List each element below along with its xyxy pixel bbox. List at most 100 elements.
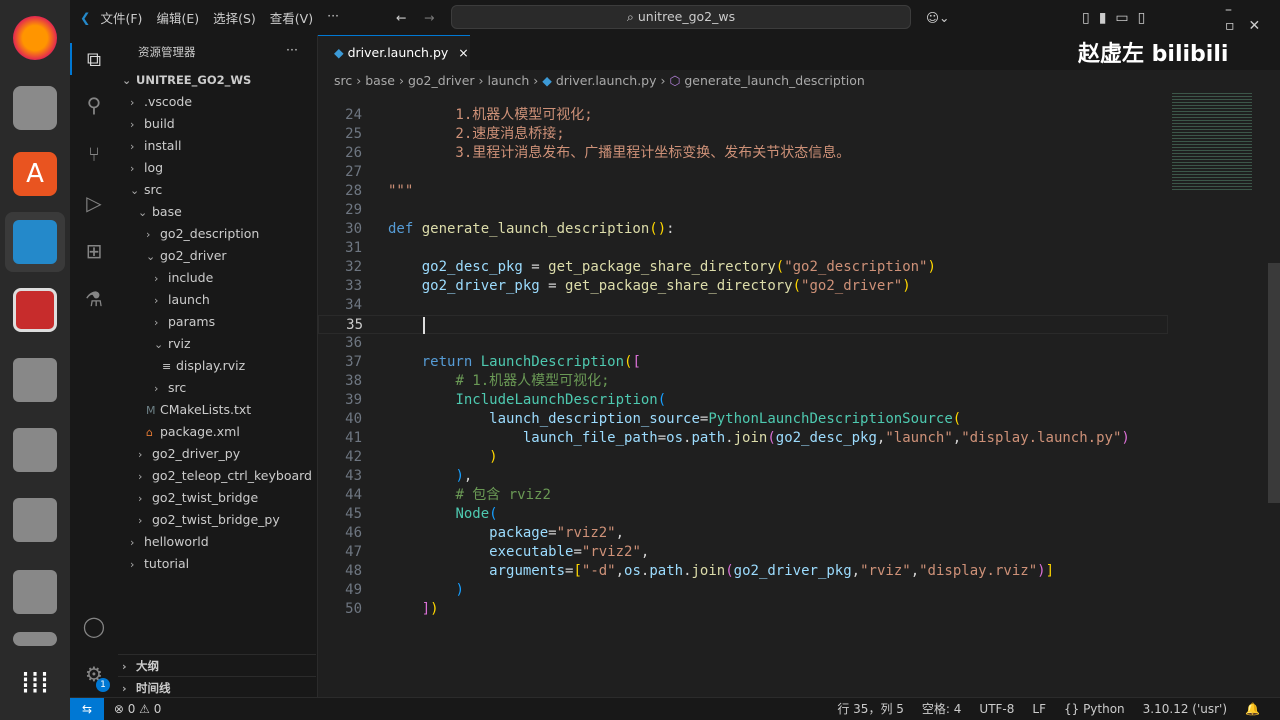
code-line[interactable]: 37 return LaunchDescription([ (318, 353, 1168, 372)
tree-item[interactable]: ⌂ package.xml (118, 421, 316, 443)
code-line[interactable]: 34 (318, 296, 1168, 315)
tree-item[interactable]: › install (118, 135, 316, 157)
testing-icon[interactable]: ⚗ (82, 287, 106, 311)
explorer-more-button[interactable]: ··· (286, 42, 298, 57)
vscode-dock-icon[interactable] (5, 212, 65, 272)
files-icon[interactable] (13, 86, 57, 130)
show-apps-icon[interactable]: ⁞⁞⁞ (13, 662, 57, 706)
code-line[interactable]: 36 (318, 334, 1168, 353)
code-line[interactable]: 47 executable="rviz2", (318, 543, 1168, 562)
code-line[interactable]: 44 # 包含 rviz2 (318, 486, 1168, 505)
app-center-icon[interactable]: A (13, 152, 57, 196)
timeline-section[interactable]: › 时间线 (118, 676, 316, 698)
code-line[interactable]: 41 launch_file_path=os.path.join(go2_des… (318, 429, 1168, 448)
code-line[interactable]: 27 (318, 163, 1168, 182)
tree-item[interactable]: › launch (118, 289, 316, 311)
code-line[interactable]: 50 ]) (318, 600, 1168, 619)
outline-section[interactable]: › 大纲 (118, 654, 316, 676)
tab-driver-launch-py[interactable]: ◆ driver.launch.py × (318, 35, 470, 70)
tree-item[interactable]: › go2_driver_py (118, 443, 316, 465)
copilot-icon[interactable]: ☺⌄ (926, 10, 950, 25)
command-center-search[interactable]: ⌕ unitree_go2_ws (451, 5, 911, 29)
menu-selection[interactable]: 选择(S) (213, 8, 256, 27)
tree-item[interactable]: › go2_twist_bridge_py (118, 509, 316, 531)
code-line[interactable]: 48 arguments=["-d",os.path.join(go2_driv… (318, 562, 1168, 581)
remote-icon[interactable]: ⇆ (70, 698, 104, 720)
ssd-icon[interactable] (13, 570, 57, 614)
terminal-icon[interactable] (13, 288, 57, 332)
disk-icon[interactable] (13, 632, 57, 646)
tree-item[interactable]: › helloworld (118, 531, 316, 553)
account-icon[interactable]: ◯ (82, 614, 106, 638)
code-line[interactable]: 32 go2_desc_pkg = get_package_share_dire… (318, 258, 1168, 277)
disk-icon[interactable] (13, 428, 57, 472)
line-ending[interactable]: LF (1032, 698, 1046, 720)
back-arrow-icon[interactable]: ← (396, 10, 406, 25)
language-mode[interactable]: {} Python (1064, 698, 1125, 720)
breadcrumb-launch[interactable]: launch (487, 73, 529, 88)
python-interpreter[interactable]: 3.10.12 ('usr') (1143, 698, 1227, 720)
forward-arrow-icon[interactable]: → (424, 10, 434, 25)
code-line[interactable]: 24 1.机器人模型可视化; (318, 106, 1168, 125)
tree-item[interactable]: M CMakeLists.txt (118, 399, 316, 421)
tree-item[interactable]: › go2_teleop_ctrl_keyboard (118, 465, 316, 487)
indentation[interactable]: 空格: 4 (922, 698, 962, 720)
extensions-icon[interactable]: ⊞ (82, 239, 106, 263)
disk-icon[interactable] (13, 358, 57, 402)
problems-indicator[interactable]: ⊗ 0 ⚠ 0 (114, 702, 162, 716)
breadcrumb-src[interactable]: src (334, 73, 352, 88)
code-line[interactable]: 29 (318, 201, 1168, 220)
breadcrumb-file[interactable]: driver.launch.py (556, 73, 657, 88)
window-controls[interactable]: –▫✕ (1225, 2, 1280, 34)
code-line[interactable]: 49 ) (318, 581, 1168, 600)
cursor-position[interactable]: 行 35，列 5 (837, 698, 904, 720)
code-line[interactable]: 38 # 1.机器人模型可视化; (318, 372, 1168, 391)
tree-item[interactable]: › .vscode (118, 91, 316, 113)
tree-item[interactable]: › include (118, 267, 316, 289)
code-line[interactable]: 25 2.速度消息桥接; (318, 125, 1168, 144)
tree-item[interactable]: › log (118, 157, 316, 179)
code-line[interactable]: 26 3.里程计消息发布、广播里程计坐标变换、发布关节状态信息。 (318, 144, 1168, 163)
code-line[interactable]: 33 go2_driver_pkg = get_package_share_di… (318, 277, 1168, 296)
code-line[interactable]: 42 ) (318, 448, 1168, 467)
tree-item[interactable]: › tutorial (118, 553, 316, 575)
menu-more[interactable]: ··· (327, 8, 339, 27)
tree-item[interactable]: ⌄ base (118, 201, 316, 223)
code-line[interactable]: 31 (318, 239, 1168, 258)
code-line[interactable]: 45 Node( (318, 505, 1168, 524)
menu-edit[interactable]: 编辑(E) (156, 8, 199, 27)
encoding[interactable]: UTF-8 (979, 698, 1014, 720)
menu-file[interactable]: 文件(F) (100, 8, 142, 27)
breadcrumb-base[interactable]: base (365, 73, 395, 88)
code-line[interactable]: 39 IncludeLaunchDescription( (318, 391, 1168, 410)
workspace-root[interactable]: ⌄ UNITREE_GO2_WS (118, 69, 316, 91)
code-line[interactable]: 40 launch_description_source=PythonLaunc… (318, 410, 1168, 429)
tree-item[interactable]: ⌄ rviz (118, 333, 316, 355)
search-icon[interactable]: ⚲ (82, 93, 106, 117)
menu-view[interactable]: 查看(V) (270, 8, 313, 27)
tree-item[interactable]: › go2_twist_bridge (118, 487, 316, 509)
layout-icons[interactable]: ▯▮▭▯ (1082, 10, 1154, 26)
run-debug-icon[interactable]: ▷ (82, 191, 106, 215)
tree-item[interactable]: ⌄ src (118, 179, 316, 201)
tree-item[interactable]: ≡ display.rviz (118, 355, 316, 377)
minimap[interactable] (1172, 91, 1252, 191)
breadcrumb-go2-driver[interactable]: go2_driver (408, 73, 475, 88)
disk-icon[interactable] (13, 498, 57, 542)
firefox-icon[interactable] (13, 16, 57, 60)
tree-item[interactable]: › go2_description (118, 223, 316, 245)
breadcrumb-symbol[interactable]: generate_launch_description (684, 73, 864, 88)
code-line[interactable]: 30 def generate_launch_description(): (318, 220, 1168, 239)
vertical-scrollbar[interactable] (1268, 263, 1280, 503)
tree-item[interactable]: › src (118, 377, 316, 399)
tree-item[interactable]: ⌄ go2_driver (118, 245, 316, 267)
code-line[interactable]: 43 ), (318, 467, 1168, 486)
code-line[interactable]: 46 package="rviz2", (318, 524, 1168, 543)
code-editor[interactable]: 24 1.机器人模型可视化; 25 2.速度消息桥接; 26 3.里程计消息发布、广… (318, 97, 1280, 697)
explorer-icon[interactable]: ⧉ (82, 47, 106, 71)
close-tab-icon[interactable]: × (458, 45, 468, 60)
code-line[interactable]: 28 """ (318, 182, 1168, 201)
bell-icon[interactable]: 🔔 (1245, 698, 1260, 720)
source-control-icon[interactable]: ⑂ (82, 142, 106, 166)
tree-item[interactable]: › params (118, 311, 316, 333)
